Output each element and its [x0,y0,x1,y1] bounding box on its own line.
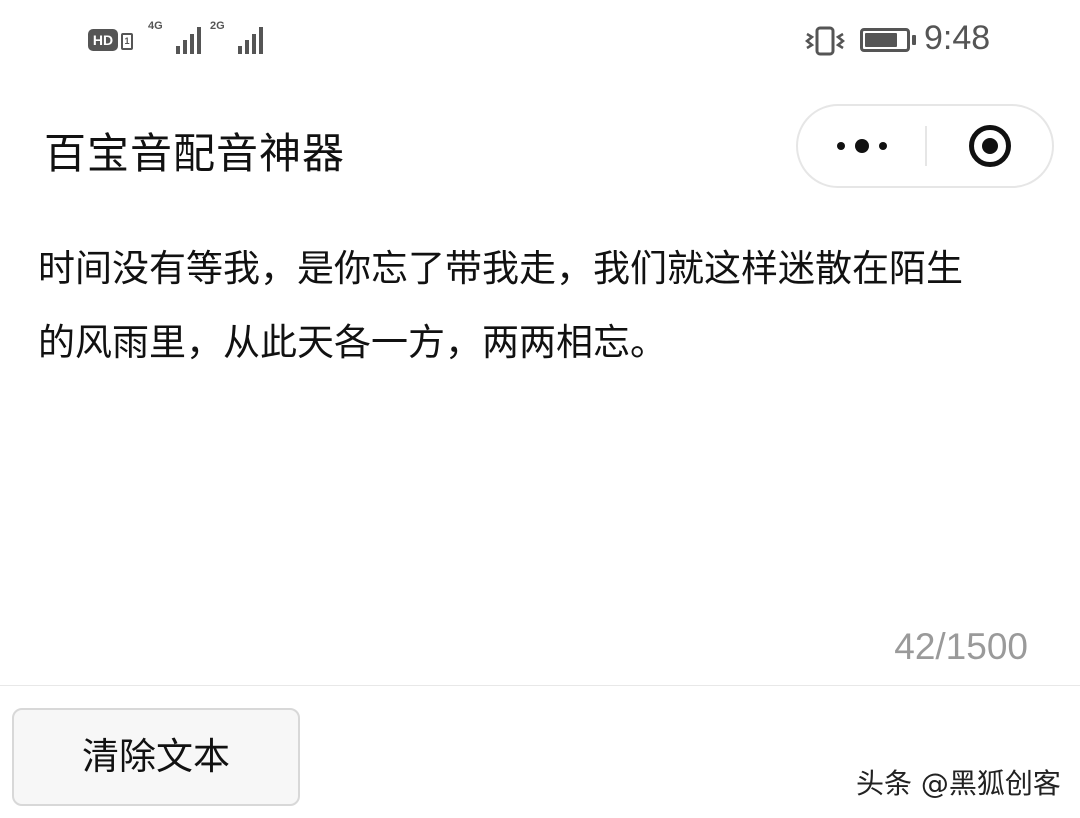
target-circle-icon-center [982,138,998,154]
battery-icon [860,28,920,54]
text-line: 的风雨里，从此天各一方，两两相忘。 [38,321,667,364]
more-dots-icon [837,142,845,150]
close-button[interactable] [927,106,1054,186]
mini-program-capsule [796,104,1054,188]
network-type-label: 2G [210,20,225,32]
vibrate-icon [804,26,846,56]
watermark: 头条 @黑狐创客 [856,767,1061,800]
text-line: 时间没有等我，是你忘了带我走，我们就这样迷散在陌生 [38,247,963,290]
page-title: 百宝音配音神器 [44,129,346,178]
divider [0,685,1080,686]
character-counter: 42/1500 [894,626,1028,667]
status-bar: HD 1 4G 2G 9:48 [0,0,1080,80]
status-time: 9:48 [924,19,991,57]
more-dots-icon-center [855,139,869,153]
more-button[interactable] [798,106,926,186]
sim-icon: 1 [121,33,133,50]
app-screen: HD 1 4G 2G 9:48 百宝音配音神器 时间没有等我，是你忘了带我走，我… [0,0,1080,818]
text-input-area[interactable]: 时间没有等我，是你忘了带我走，我们就这样迷散在陌生 的风雨里，从此天各一方，两两… [38,232,1038,380]
more-dots-icon-right [879,142,887,150]
hd-icon: HD [88,29,118,51]
signal-2g-icon: 2G [210,20,270,54]
signal-bars-icon [224,24,264,54]
signal-bars-icon [162,24,202,54]
clear-text-button[interactable]: 清除文本 [12,708,300,806]
network-type-label: 4G [148,20,163,32]
signal-4g-icon: 4G [148,20,208,54]
